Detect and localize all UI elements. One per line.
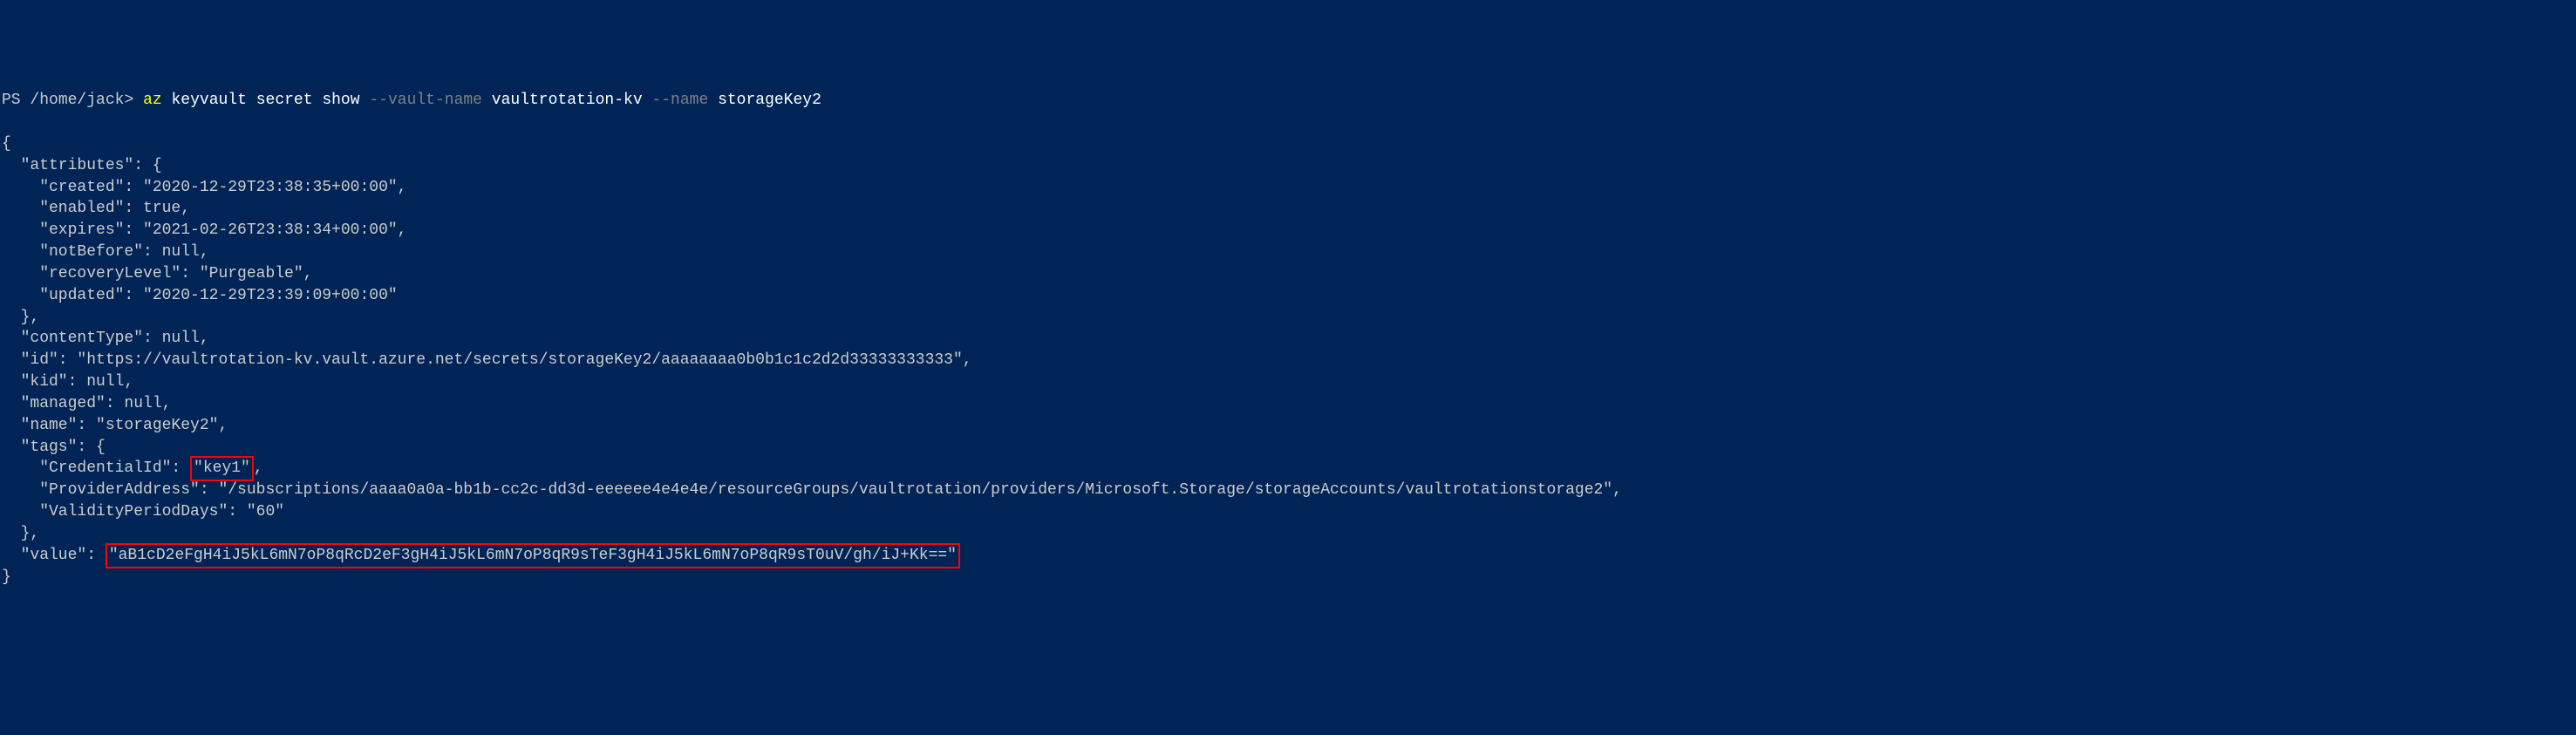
- credential-id-highlight: "key1": [190, 456, 254, 481]
- prompt-prefix: PS: [2, 92, 21, 109]
- cmd-value: storageKey2: [718, 92, 821, 109]
- json-line: "created": "2020-12-29T23:38:35+00:00",: [2, 179, 406, 196]
- json-brace-open: {: [2, 135, 11, 153]
- json-line: "ProviderAddress": "/subscriptions/aaaa0…: [2, 481, 1622, 499]
- json-line: "id": "https://vaultrotation-kv.vault.az…: [2, 351, 972, 369]
- cmd-flag: --vault-name: [369, 92, 482, 109]
- cmd-binary: az: [143, 92, 162, 109]
- json-line: "kid": null,: [2, 373, 133, 391]
- json-credential-id-line: "CredentialId": "key1",: [2, 459, 263, 477]
- json-line: },: [2, 309, 39, 326]
- json-line: "enabled": true,: [2, 200, 190, 217]
- json-value-line: "value": "aB1cD2eFgH4iJ5kL6mN7oP8qRcD2eF…: [2, 547, 960, 564]
- json-brace-close: }: [2, 568, 11, 586]
- json-line: "ValidityPeriodDays": "60": [2, 503, 284, 521]
- json-line: "recoveryLevel": "Purgeable",: [2, 265, 312, 282]
- json-line: "contentType": null,: [2, 330, 209, 347]
- json-line: "managed": null,: [2, 395, 171, 412]
- json-line: "attributes": {: [2, 157, 162, 174]
- json-line: },: [2, 525, 39, 542]
- json-line: "notBefore": null,: [2, 243, 209, 261]
- json-line: "name": "storageKey2",: [2, 417, 228, 434]
- json-line: "tags": {: [2, 439, 106, 456]
- prompt-path: /home/jack: [30, 92, 124, 109]
- cmd-flag: --name: [651, 92, 708, 109]
- cmd-value: vaultrotation-kv: [492, 92, 643, 109]
- json-line: "updated": "2020-12-29T23:39:09+00:00": [2, 287, 398, 304]
- terminal-output: PS /home/jack> az keyvault secret show -…: [2, 90, 2574, 588]
- secret-value-highlight: "aB1cD2eFgH4iJ5kL6mN7oP8qRcD2eF3gH4iJ5kL…: [106, 543, 960, 568]
- cmd-subcommand: keyvault secret show: [172, 92, 360, 109]
- command-line[interactable]: PS /home/jack> az keyvault secret show -…: [2, 90, 2574, 112]
- json-line: "expires": "2021-02-26T23:38:34+00:00",: [2, 221, 406, 239]
